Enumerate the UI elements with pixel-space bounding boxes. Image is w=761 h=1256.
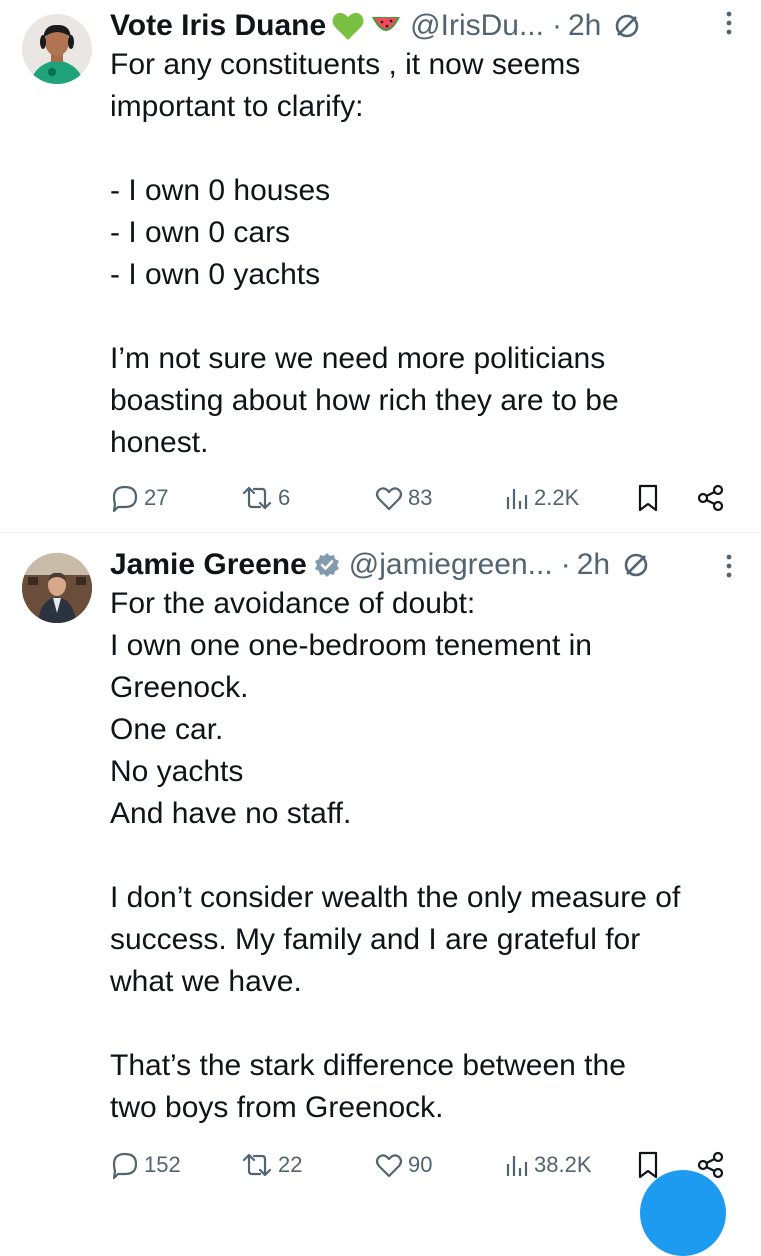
reply-icon xyxy=(110,483,140,513)
compose-fab[interactable] xyxy=(640,1170,726,1256)
display-name[interactable]: Vote Iris Duane xyxy=(110,6,326,46)
repost-count: 22 xyxy=(278,1152,303,1177)
views-button[interactable]: 38.2K xyxy=(504,1147,592,1183)
avatar[interactable] xyxy=(22,553,92,623)
like-count: 83 xyxy=(408,485,433,510)
bookmark-button[interactable] xyxy=(636,480,660,516)
repost-button[interactable]: 22 xyxy=(240,1147,302,1183)
display-name[interactable]: Jamie Greene xyxy=(110,545,307,585)
timestamp[interactable]: 2h xyxy=(568,6,601,46)
heart-icon xyxy=(374,483,404,513)
tweet-header: Jamie Greene @jamiegreen... · 2h xyxy=(110,545,737,585)
view-count: 38.2K xyxy=(534,1152,592,1177)
repost-button[interactable]: 6 xyxy=(240,480,290,516)
no-entry-icon xyxy=(622,551,650,579)
more-vertical-icon[interactable] xyxy=(725,553,733,579)
more-vertical-icon[interactable] xyxy=(725,10,733,36)
repost-count: 6 xyxy=(278,485,291,510)
separator-dot: · xyxy=(551,9,562,42)
tweet[interactable]: Vote Iris Duane @IrisDu... · 2h For any … xyxy=(0,0,761,532)
bookmark-icon xyxy=(636,1150,660,1180)
like-button[interactable]: 90 xyxy=(374,1147,432,1183)
reply-button[interactable]: 152 xyxy=(110,1147,181,1183)
views-button[interactable]: 2.2K xyxy=(504,480,579,516)
reply-count: 27 xyxy=(144,485,169,510)
reply-icon xyxy=(110,1150,140,1180)
share-button[interactable] xyxy=(696,480,726,516)
green-heart-icon xyxy=(332,11,364,41)
tweet-header: Vote Iris Duane @IrisDu... · 2h xyxy=(110,6,737,46)
view-count: 2.2K xyxy=(534,485,580,510)
verified-badge-icon xyxy=(313,551,341,579)
tweet-text: For the avoidance of doubt: I own one on… xyxy=(110,587,681,1124)
repost-icon xyxy=(240,483,274,513)
reply-button[interactable]: 27 xyxy=(110,480,168,516)
share-icon xyxy=(696,483,726,513)
bookmark-icon xyxy=(636,483,660,513)
repost-icon xyxy=(240,1150,274,1180)
tweet-text: For any constituents , it now seems impo… xyxy=(110,48,619,459)
action-bar: 152 22 90 38.2K xyxy=(110,1147,730,1183)
watermelon-icon xyxy=(370,11,402,41)
tweet[interactable]: Jamie Greene @jamiegreen... · 2h For the… xyxy=(0,533,761,1199)
reply-count: 152 xyxy=(144,1152,181,1177)
no-entry-icon xyxy=(613,12,641,40)
avatar[interactable] xyxy=(22,14,92,84)
separator-dot: · xyxy=(560,548,571,581)
views-icon xyxy=(504,1150,530,1180)
like-count: 90 xyxy=(408,1152,433,1177)
handle[interactable]: @jamiegreen... xyxy=(349,545,553,585)
heart-icon xyxy=(374,1150,404,1180)
handle[interactable]: @IrisDu... xyxy=(410,6,544,46)
like-button[interactable]: 83 xyxy=(374,480,432,516)
timestamp[interactable]: 2h xyxy=(577,545,610,585)
views-icon xyxy=(504,483,530,513)
action-bar: 27 6 83 2.2K xyxy=(110,480,730,516)
